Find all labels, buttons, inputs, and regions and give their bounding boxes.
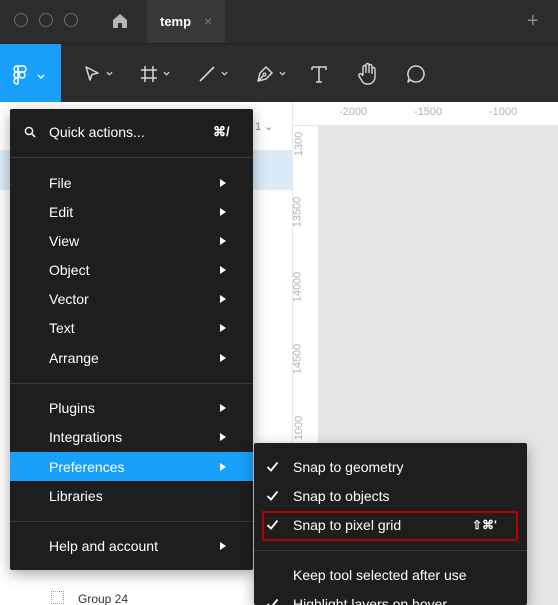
menu-item-help-and-account[interactable]: Help and account [10,531,253,560]
submenu-item-snap-to-geometry[interactable]: Snap to geometry [254,452,527,481]
frame-tool[interactable] [134,44,174,103]
menu-item-label: View [49,232,80,249]
pen-icon [256,65,273,82]
ruler-label: 14500 [291,343,304,375]
menu-item-label: Plugins [49,399,95,416]
main-menu-button[interactable] [0,44,61,103]
check-icon [266,461,279,472]
submenu-item-label: Snap to objects [293,487,390,504]
layer-row[interactable]: Group 24 [0,588,293,605]
text-tool[interactable] [306,44,332,103]
tab-label: temp [160,14,192,29]
menu-item-label: File [49,174,72,191]
text-icon [311,65,327,83]
menu-item-label: Text [49,319,75,336]
ruler-label: 13500 [291,196,304,228]
ruler-label: -2000 [339,106,368,118]
comment-tool[interactable] [402,44,430,103]
submenu-arrow-icon [220,541,226,550]
ruler-label: 14000 [291,271,304,303]
annotation-highlight-box [262,511,518,541]
toolbar [0,43,558,103]
pen-tool[interactable] [250,44,290,103]
ruler-label: -1500 [414,106,443,118]
shortcut-label: ⌘/ [213,123,230,139]
submenu-item-label: Keep tool selected after use [293,566,467,583]
menu-item-label: Arrange [49,349,99,366]
submenu-arrow-icon [220,265,226,274]
menu-item-label: Vector [49,290,89,307]
submenu-item-keep-tool-selected[interactable]: Keep tool selected after use [254,560,527,589]
menu-item-label: Object [49,261,90,278]
submenu-arrow-icon [220,236,226,245]
check-icon [266,598,279,605]
submenu-arrow-icon [220,353,226,362]
submenu-arrow-icon [220,178,226,187]
menu-divider [254,550,527,551]
check-icon [266,490,279,501]
new-tab-button[interactable]: + [527,9,539,33]
ruler-label: 1000 [293,415,306,441]
menu-item-vector[interactable]: Vector [10,284,253,313]
comment-icon [407,64,425,83]
menu-item-label: Integrations [49,428,123,445]
move-icon [84,65,99,81]
main-menu: Quick actions... ⌘/ File Edit View Objec… [10,109,253,570]
menu-item-edit[interactable]: Edit [10,197,253,226]
zoom-window-button[interactable] [64,13,78,27]
menu-item-object[interactable]: Object [10,255,253,284]
menu-item-file[interactable]: File [10,168,253,197]
menu-item-label: Quick actions... [49,123,145,140]
menu-divider [10,157,253,158]
minimize-window-button[interactable] [39,13,53,27]
menu-divider [10,521,253,522]
home-icon [113,14,127,28]
menu-item-quick-actions[interactable]: Quick actions... ⌘/ [10,117,253,146]
submenu-arrow-icon [220,294,226,303]
frame-icon [140,65,157,82]
submenu-arrow-icon [220,207,226,216]
search-icon [24,126,36,138]
figma-menu-icon [13,65,45,85]
submenu-arrow-icon [220,462,226,471]
line-icon [198,65,215,82]
tab-temp[interactable]: temp × [147,0,225,43]
home-button[interactable] [108,9,132,33]
menu-item-arrange[interactable]: Arrange [10,343,253,372]
group-icon [51,591,64,604]
title-bar: temp × + [0,0,558,43]
submenu-item-snap-to-objects[interactable]: Snap to objects [254,481,527,510]
menu-item-libraries[interactable]: Libraries [10,481,253,510]
menu-item-preferences[interactable]: Preferences [10,452,253,481]
menu-item-label: Preferences [49,458,125,475]
menu-divider [10,383,253,384]
submenu-item-label: Highlight layers on hover [293,595,448,605]
submenu-arrow-icon [220,403,226,412]
menu-item-label: Libraries [49,487,103,504]
menu-item-text[interactable]: Text [10,313,253,342]
submenu-arrow-icon [220,323,226,332]
ruler-label: -1000 [489,106,518,118]
layer-label: Group 24 [78,592,129,605]
menu-item-plugins[interactable]: Plugins [10,393,253,422]
hand-icon [358,62,376,85]
ruler-label: 1300 [293,131,306,157]
menu-item-view[interactable]: View [10,226,253,255]
line-tool[interactable] [192,44,232,103]
menu-item-integrations[interactable]: Integrations [10,422,253,451]
menu-item-label: Help and account [49,537,158,554]
submenu-arrow-icon [220,432,226,441]
close-window-button[interactable] [14,13,28,27]
hand-tool[interactable] [354,44,382,103]
tab-close-icon[interactable]: × [204,13,212,29]
menu-item-label: Edit [49,203,74,220]
move-tool[interactable] [78,44,116,103]
submenu-item-label: Snap to geometry [293,458,404,475]
ruler-top: -2000 -1500 -1000 [293,102,558,126]
submenu-item-highlight-layers[interactable]: Highlight layers on hover [254,589,527,605]
page-chevron[interactable]: 1 ⌄ [255,120,273,133]
